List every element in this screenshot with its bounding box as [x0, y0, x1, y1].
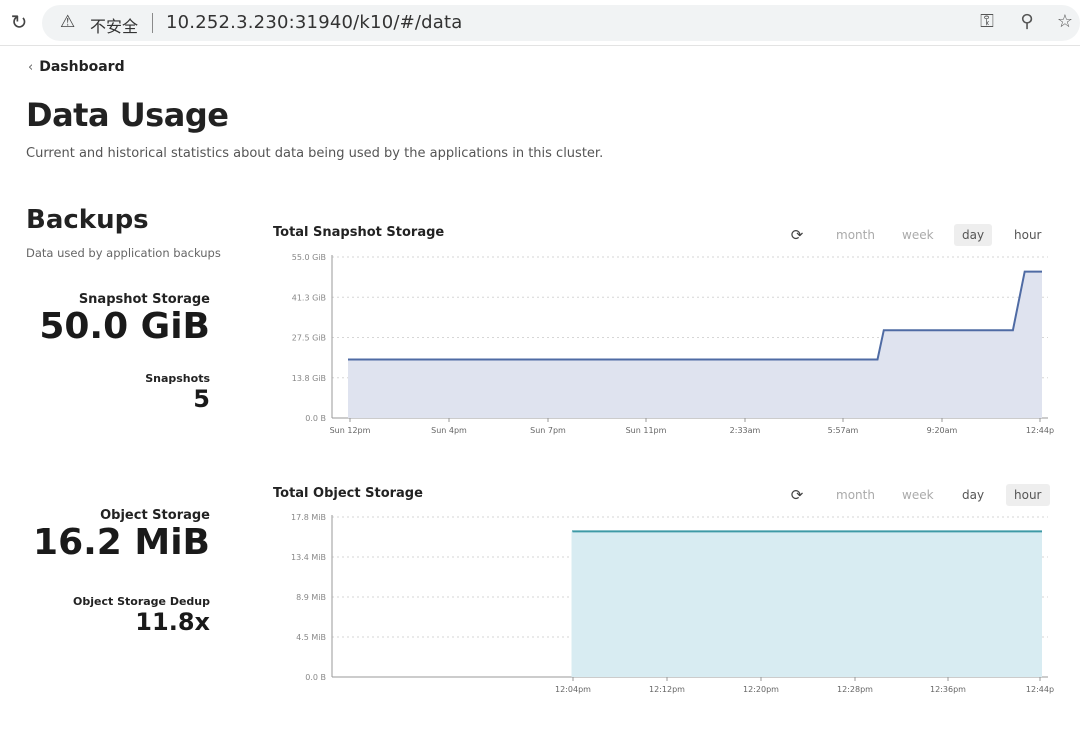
y-tick-label: 41.3 GiB: [292, 293, 326, 302]
y-tick-label: 0.0 B: [305, 414, 326, 423]
x-tick-label: 2:33am: [730, 426, 761, 435]
x-tick-label: Sun 11pm: [626, 426, 667, 435]
x-tick-label: 9:20am: [927, 426, 958, 435]
x-tick-label: Sun 12pm: [330, 426, 371, 435]
x-tick-label: Sun 7pm: [530, 426, 566, 435]
x-tick-label: Sun 4pm: [431, 426, 467, 435]
y-tick-label: 27.5 GiB: [292, 334, 326, 343]
series-area: [348, 271, 1042, 418]
y-tick-label: 55.0 GiB: [292, 253, 326, 262]
x-tick-label: 12:44p: [1026, 426, 1054, 435]
snapshot-storage-chart: 0.0 B 13.8 GiB 27.5 GiB 41.3 GiB 55.0 GiB Sun…: [292, 253, 1054, 435]
y-tick-label: 13.8 GiB: [292, 374, 326, 383]
x-tick-label: 5:57am: [828, 426, 859, 435]
